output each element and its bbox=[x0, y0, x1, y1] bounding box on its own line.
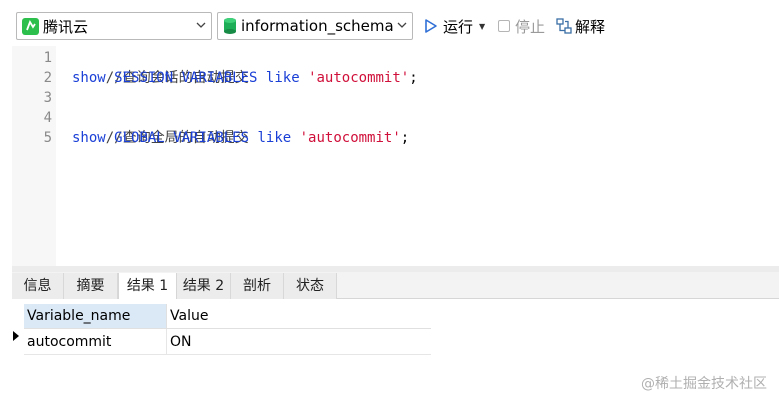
line-number: 2 bbox=[43, 70, 52, 86]
run-label: 运行 bbox=[443, 17, 474, 36]
tab-profile[interactable]: 剖析 bbox=[231, 273, 284, 299]
sql-keyword: like bbox=[257, 130, 292, 146]
tab-status[interactable]: 状态 bbox=[284, 273, 337, 299]
toolbar: 腾讯云 information_schema 运行 ▼ 停止 解释 bbox=[0, 0, 779, 50]
result-tabs: 信息 摘要 结果 1 结果 2 剖析 状态 bbox=[12, 272, 779, 300]
database-select[interactable]: information_schema bbox=[217, 12, 413, 40]
run-dropdown-icon[interactable]: ▼ bbox=[479, 22, 485, 31]
sql-keyword: VARIABLES bbox=[181, 70, 258, 86]
sql-semicolon: ; bbox=[400, 130, 410, 146]
line-number: 1 bbox=[43, 50, 52, 66]
explain-icon bbox=[556, 18, 572, 34]
sql-string: 'autocommit' bbox=[299, 130, 401, 146]
sql-keyword: VARIABLES bbox=[173, 130, 250, 146]
line-number: 3 bbox=[43, 90, 52, 106]
connection-name: 腾讯云 bbox=[43, 17, 89, 36]
column-header-variable-name[interactable]: Variable_name bbox=[24, 304, 167, 329]
tab-summary[interactable]: 摘要 bbox=[64, 273, 118, 299]
chevron-down-icon bbox=[196, 22, 206, 28]
watermark: @稀土掘金技术社区 bbox=[641, 376, 767, 392]
line-number-gutter: 1 2 3 4 5 bbox=[12, 46, 56, 266]
explain-label: 解释 bbox=[575, 17, 606, 36]
sql-keyword: show bbox=[72, 130, 106, 146]
tab-result-1[interactable]: 结果 1 bbox=[118, 273, 177, 300]
sql-keyword: SESSION bbox=[114, 70, 174, 86]
sql-keyword: show bbox=[72, 70, 106, 86]
tab-result-2[interactable]: 结果 2 bbox=[177, 273, 231, 299]
stop-icon bbox=[498, 20, 510, 32]
play-icon bbox=[425, 19, 437, 33]
table-cell[interactable]: ON bbox=[167, 329, 431, 355]
stop-label: 停止 bbox=[515, 17, 546, 36]
sql-editor[interactable]: 1 2 3 4 5 //查询会话的自动提交 show SESSION VARIA… bbox=[12, 46, 779, 266]
line-number: 4 bbox=[43, 110, 52, 126]
sql-string: 'autocommit' bbox=[308, 70, 410, 86]
code-line-2: show SESSION VARIABLES like 'autocommit'… bbox=[72, 68, 418, 88]
column-header-value[interactable]: Value bbox=[167, 304, 431, 329]
stop-button[interactable]: 停止 bbox=[498, 16, 545, 36]
table-cell[interactable]: autocommit bbox=[24, 329, 167, 355]
explain-button[interactable]: 解释 bbox=[556, 16, 605, 36]
chevron-down-icon bbox=[397, 22, 407, 28]
connection-select[interactable]: 腾讯云 bbox=[16, 12, 212, 40]
tab-info[interactable]: 信息 bbox=[12, 273, 64, 299]
sql-keyword: like bbox=[265, 70, 300, 86]
database-icon bbox=[224, 18, 236, 34]
run-button[interactable]: 运行 ▼ bbox=[424, 16, 485, 36]
connection-icon bbox=[22, 17, 39, 35]
sql-keyword: GLOBAL bbox=[114, 130, 165, 146]
code-line-5: show GLOBAL VARIABLES like 'autocommit'; bbox=[72, 128, 409, 148]
current-row-indicator-icon bbox=[13, 331, 19, 341]
database-name: information_schema bbox=[241, 17, 394, 35]
sql-semicolon: ; bbox=[409, 70, 418, 86]
line-number: 5 bbox=[43, 130, 52, 146]
